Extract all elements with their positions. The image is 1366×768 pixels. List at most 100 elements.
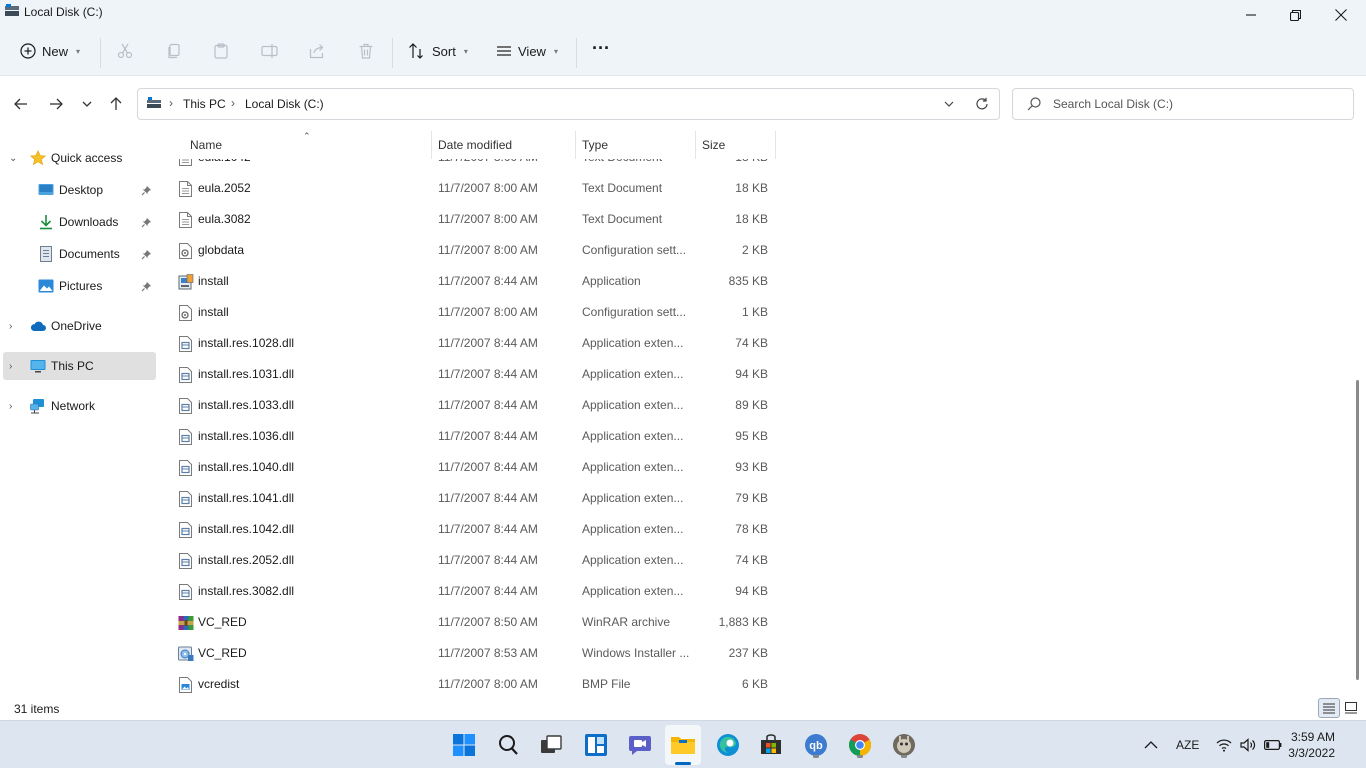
nav-pictures[interactable]: Pictures	[0, 272, 156, 300]
bmp-image-icon	[178, 677, 193, 693]
file-row[interactable]: install.res.3082.dll 11/7/2007 8:44 AM App…	[170, 576, 780, 607]
column-divider[interactable]	[695, 131, 696, 159]
file-row[interactable]: install.res.1041.dll 11/7/2007 8:44 AM App…	[170, 483, 780, 514]
chat-button[interactable]	[626, 731, 654, 759]
status-bar: 31 items	[0, 697, 1366, 720]
dll-file-icon	[178, 584, 193, 600]
refresh-icon[interactable]	[975, 97, 989, 111]
pin-icon[interactable]	[141, 185, 152, 196]
file-row[interactable]: VC_RED 11/7/2007 8:53 AM Windows Installer…	[170, 638, 780, 669]
file-row[interactable]: eula.2052 11/7/2007 8:00 AM Text Document 1…	[170, 173, 780, 204]
file-date-modified: 11/7/2007 8:00 AM	[438, 677, 538, 691]
back-button[interactable]	[11, 94, 31, 114]
pin-icon[interactable]	[141, 217, 152, 228]
column-header-name[interactable]: Name	[190, 138, 222, 152]
chevron-right-icon[interactable]: ›	[9, 361, 19, 372]
share-button[interactable]	[309, 37, 325, 65]
wifi-icon	[1216, 739, 1232, 752]
column-divider[interactable]	[431, 131, 432, 159]
pin-icon[interactable]	[141, 281, 152, 292]
delete-button[interactable]	[358, 37, 374, 65]
address-history-chevron-icon[interactable]	[944, 101, 954, 108]
chrome-browser-button[interactable]	[846, 731, 874, 759]
more-options-button[interactable]: ···	[592, 34, 610, 62]
details-view-button[interactable]	[1318, 698, 1340, 718]
rename-button[interactable]	[261, 37, 279, 65]
file-explorer-taskbar-button[interactable]	[665, 725, 701, 765]
network-status-button[interactable]	[1216, 721, 1232, 768]
battery-button[interactable]	[1264, 721, 1282, 768]
nav-downloads[interactable]: Downloads	[0, 208, 156, 236]
nav-network[interactable]: › Network	[0, 392, 156, 420]
column-header-date[interactable]: Date modified	[438, 138, 512, 152]
pin-icon[interactable]	[141, 249, 152, 260]
cut-button[interactable]	[117, 37, 133, 65]
input-language-button[interactable]: AZE	[1176, 721, 1199, 768]
nav-quick-access[interactable]: ⌄ Quick access	[0, 144, 156, 172]
scrollbar-thumb[interactable]	[1356, 380, 1359, 680]
file-row[interactable]: VC_RED 11/7/2007 8:50 AM WinRAR archive 1,8…	[170, 607, 780, 638]
file-size: 94 KB	[735, 584, 768, 598]
search-icon	[499, 735, 518, 755]
edge-browser-button[interactable]	[714, 731, 742, 759]
file-row[interactable]: install.res.1028.dll 11/7/2007 8:44 AM App…	[170, 328, 780, 359]
installer-app-icon	[178, 274, 194, 290]
search-box[interactable]	[1012, 88, 1354, 120]
copy-button[interactable]	[166, 37, 182, 65]
new-button[interactable]: New ▾	[20, 37, 80, 65]
start-button[interactable]	[450, 731, 478, 759]
sort-button[interactable]: Sort ▾	[408, 37, 468, 65]
chevron-right-icon[interactable]: ›	[9, 401, 19, 412]
file-row[interactable]: install.res.1033.dll 11/7/2007 8:44 AM App…	[170, 390, 780, 421]
file-row[interactable]: install.res.1040.dll 11/7/2007 8:44 AM App…	[170, 452, 780, 483]
file-row[interactable]: eula.3082 11/7/2007 8:00 AM Text Document 1…	[170, 204, 780, 235]
trash-icon	[359, 43, 373, 59]
chevron-down-icon[interactable]: ⌄	[9, 153, 19, 164]
nav-onedrive[interactable]: › OneDrive	[0, 312, 156, 340]
file-row[interactable]: install 11/7/2007 8:44 AM Application 835 K…	[170, 266, 780, 297]
widgets-button[interactable]	[582, 731, 610, 759]
file-size: 835 KB	[728, 274, 768, 288]
clock[interactable]: 3:59 AM 3/3/2022	[1288, 729, 1335, 761]
nav-desktop[interactable]: Desktop	[0, 176, 156, 204]
column-divider[interactable]	[775, 131, 776, 159]
show-hidden-icons-button[interactable]	[1144, 721, 1158, 768]
breadcrumb-this-pc[interactable]: This PC	[183, 97, 226, 111]
file-type: Application exten...	[582, 491, 684, 505]
search-input[interactable]	[1053, 95, 1343, 113]
gimp-button[interactable]	[890, 731, 918, 759]
chevron-right-icon[interactable]: ›	[9, 321, 19, 332]
address-bar[interactable]: › This PC › Local Disk (C:)	[137, 88, 1000, 120]
paste-button[interactable]	[213, 37, 229, 65]
file-name: vcredist	[198, 677, 240, 691]
column-header-size[interactable]: Size	[702, 138, 725, 152]
tiles-view-button[interactable]	[1340, 698, 1362, 718]
recent-locations-button[interactable]	[77, 94, 97, 114]
forward-button[interactable]	[46, 94, 66, 114]
file-row[interactable]: install.res.1031.dll 11/7/2007 8:44 AM App…	[170, 359, 780, 390]
task-view-button[interactable]	[537, 731, 565, 759]
microsoft-store-button[interactable]	[757, 731, 785, 759]
restore-button[interactable]	[1272, 0, 1318, 30]
breadcrumb-local-disk[interactable]: Local Disk (C:)	[245, 97, 324, 111]
volume-button[interactable]	[1240, 721, 1256, 768]
file-name: install.res.1033.dll	[198, 398, 295, 412]
file-row[interactable]: install.res.1036.dll 11/7/2007 8:44 AM App…	[170, 421, 780, 452]
nav-this-pc[interactable]: › This PC	[3, 352, 156, 380]
file-size: 18 KB	[735, 181, 768, 195]
file-row[interactable]: install 11/7/2007 8:00 AM Configuration se…	[170, 297, 780, 328]
minimize-button[interactable]	[1228, 0, 1274, 30]
up-button[interactable]	[106, 94, 126, 114]
file-row[interactable]: vcredist 11/7/2007 8:00 AM BMP File 6 KB	[170, 669, 780, 697]
close-button[interactable]	[1318, 0, 1364, 30]
nav-documents[interactable]: Documents	[0, 240, 156, 268]
file-row[interactable]: globdata 11/7/2007 8:00 AM Configuration s…	[170, 235, 780, 266]
view-button[interactable]: View ▾	[496, 37, 558, 65]
divider	[100, 38, 101, 68]
column-header-type[interactable]: Type	[582, 138, 608, 152]
taskbar-search-button[interactable]	[494, 731, 522, 759]
file-row[interactable]: install.res.1042.dll 11/7/2007 8:44 AM App…	[170, 514, 780, 545]
qbittorrent-button[interactable]: qb	[802, 731, 830, 759]
column-divider[interactable]	[575, 131, 576, 159]
file-row[interactable]: install.res.2052.dll 11/7/2007 8:44 AM App…	[170, 545, 780, 576]
